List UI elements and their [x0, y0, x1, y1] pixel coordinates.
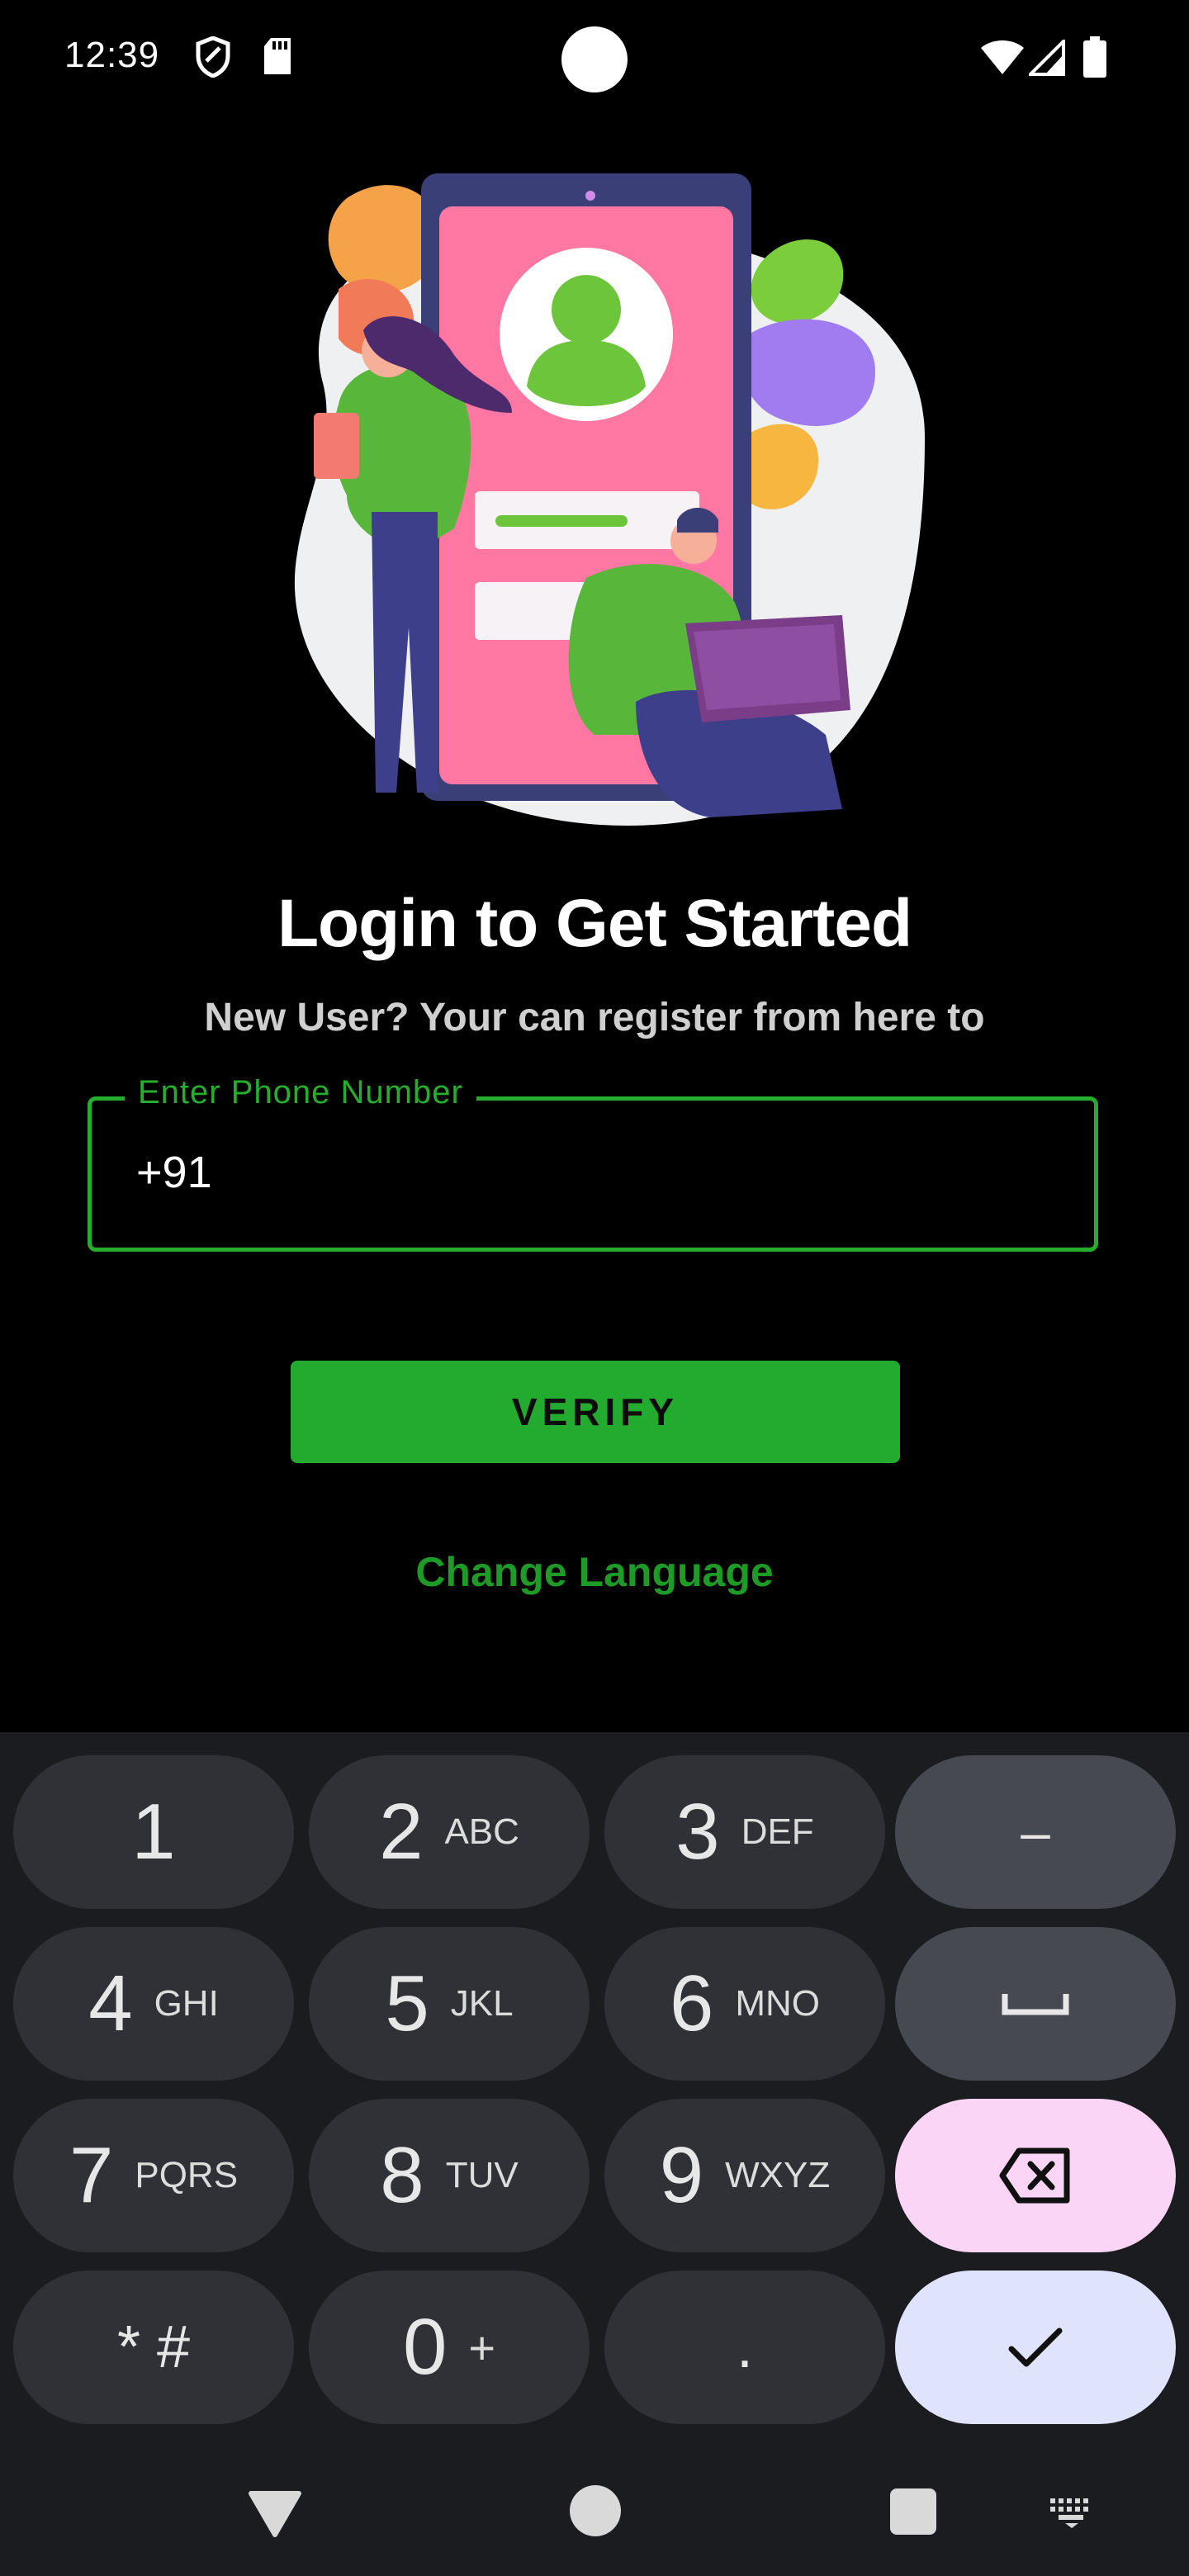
key-sub-label: TUV [445, 2155, 519, 2195]
recents-icon[interactable] [890, 2488, 936, 2535]
key-sub-label: ABC [444, 1811, 519, 1852]
key-1[interactable]: 1 [13, 1755, 294, 1909]
page-subtitle: New User? Your can register from here to [204, 996, 985, 1039]
key-sub-label: + [468, 2321, 496, 2374]
key-backspace[interactable] [895, 2099, 1176, 2252]
key-7[interactable]: 7 PQRS [13, 2099, 294, 2252]
key-0[interactable]: 0 + [309, 2271, 590, 2424]
key-label: 5 [385, 1959, 429, 2048]
key-sub-label: WXYZ [725, 2155, 831, 2195]
checkmark-icon [1008, 2327, 1063, 2367]
key-label: * # [116, 2314, 191, 2380]
change-language-link[interactable]: Change Language [0, 1548, 1189, 1596]
key-minus[interactable]: – [895, 1755, 1176, 1909]
key-label: 7 [69, 2131, 114, 2219]
key-sub-label: MNO [735, 1983, 821, 2024]
key-2[interactable]: 2 ABC [309, 1755, 590, 1909]
key-label: 9 [659, 2131, 704, 2219]
keyboard-switch-icon[interactable] [1049, 2497, 1095, 2530]
navigation-bar [0, 2444, 1189, 2576]
back-icon[interactable] [248, 2490, 302, 2538]
login-illustration [294, 173, 925, 826]
key-period[interactable]: . [604, 2271, 885, 2424]
page-title: Login to Get Started [277, 886, 912, 961]
key-label: – [1021, 1802, 1050, 1862]
key-6[interactable]: 6 MNO [604, 1927, 885, 2081]
key-label: 2 [379, 1788, 424, 1876]
key-5[interactable]: 5 JKL [309, 1927, 590, 2081]
wifi-icon [981, 40, 1024, 74]
sd-card-icon [264, 38, 291, 74]
key-sub-label: DEF [741, 1811, 814, 1852]
phone-number-label: Enter Phone Number [125, 1074, 476, 1111]
front-camera [561, 26, 628, 92]
key-label: 4 [88, 1959, 133, 2048]
key-label: 6 [669, 1959, 714, 2048]
key-label: . [736, 2314, 753, 2380]
signal-icon [1029, 40, 1065, 76]
key-4[interactable]: 4 GHI [13, 1927, 294, 2081]
key-9[interactable]: 9 WXYZ [604, 2099, 885, 2252]
home-icon[interactable] [570, 2485, 621, 2536]
key-sub-label: GHI [154, 1983, 219, 2024]
phone-number-value[interactable]: +91 [136, 1147, 212, 1198]
phone-number-field[interactable]: Enter Phone Number +91 [88, 1074, 1098, 1252]
shield-icon [196, 36, 230, 78]
status-bar: 12:39 [0, 0, 1189, 116]
key-3[interactable]: 3 DEF [604, 1755, 885, 1909]
key-8[interactable]: 8 TUV [309, 2099, 590, 2252]
status-time: 12:39 [64, 35, 160, 75]
key-space[interactable] [895, 1927, 1176, 2081]
space-icon [1002, 1994, 1069, 2015]
key-star-hash[interactable]: * # [13, 2271, 294, 2424]
key-sub-label: JKL [450, 1983, 514, 2024]
key-label: 3 [675, 1788, 720, 1876]
key-label: 0 [402, 2303, 448, 2391]
backspace-icon [999, 2147, 1070, 2204]
key-label: 8 [380, 2131, 424, 2219]
verify-button[interactable]: VERIFY [291, 1361, 900, 1463]
battery-icon [1083, 36, 1106, 78]
key-done[interactable] [895, 2271, 1176, 2424]
key-label: 1 [131, 1788, 176, 1876]
key-sub-label: PQRS [135, 2155, 239, 2195]
